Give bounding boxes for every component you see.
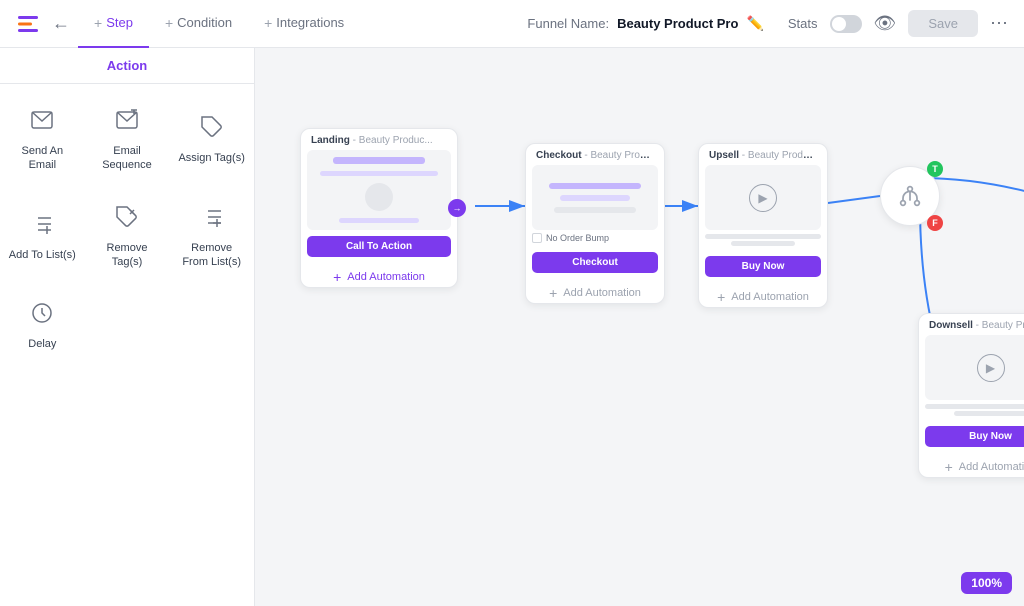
more-options-button[interactable]: ⋯	[990, 13, 1008, 34]
false-badge: F	[927, 215, 943, 231]
plus-icon: +	[165, 15, 173, 31]
toggle-thumb	[832, 17, 846, 31]
tab-condition[interactable]: + Condition	[149, 0, 248, 48]
zoom-badge: 100%	[961, 572, 1012, 594]
preview-button[interactable]: 👁	[874, 13, 897, 34]
plus-icon: +	[549, 285, 557, 301]
landing-preview	[307, 150, 451, 230]
back-button[interactable]: ←	[52, 13, 70, 34]
upsell-desc-bar	[705, 234, 821, 239]
downsell-desc-bar-short	[954, 411, 1024, 416]
landing-cta-btn[interactable]: Call To Action	[307, 236, 451, 257]
checkout-add-automation[interactable]: + Add Automation	[526, 279, 664, 303]
action-grid: Send An Email Email Sequence Assign Tag(…	[0, 84, 254, 375]
upsell-desc-bar-short	[731, 241, 796, 246]
remove-tags-label: Remove Tag(s)	[93, 241, 162, 270]
delay-icon	[30, 301, 54, 331]
plus-icon: +	[94, 15, 102, 31]
downsell-preview: ▶	[925, 335, 1024, 400]
tab-integrations[interactable]: + Integrations	[248, 0, 360, 48]
checkout-title: Checkout - Beauty Produc...	[526, 144, 664, 165]
edit-funnel-icon[interactable]: ✏️	[746, 15, 763, 32]
nav-right-controls: Stats 👁 Save ⋯	[788, 10, 1008, 37]
plus-icon: +	[333, 269, 341, 285]
funnel-name-label: Funnel Name:	[527, 16, 609, 31]
preview-bar	[333, 157, 425, 164]
connector-dot-right: →	[448, 199, 466, 217]
upsell-preview: ▶	[705, 165, 821, 230]
landing-add-automation[interactable]: + Add Automation	[301, 263, 457, 287]
action-remove-from-list[interactable]: Remove From List(s)	[169, 189, 254, 286]
downsell-title: Downsell - Beauty Produc...	[919, 314, 1024, 335]
stats-label: Stats	[788, 16, 818, 31]
play-icon: ▶	[977, 354, 1005, 382]
logo	[16, 12, 40, 36]
funnel-name-value: Beauty Product Pro	[617, 16, 738, 31]
funnel-canvas: Landing - Beauty Produc... Call To Actio…	[255, 48, 1024, 606]
condition-circle: T F	[880, 166, 940, 226]
upsell-title: Upsell - Beauty Produc...	[699, 144, 827, 165]
downsell-desc-bar	[925, 404, 1024, 409]
stats-toggle[interactable]	[830, 15, 862, 33]
action-assign-tags[interactable]: Assign Tag(s)	[169, 92, 254, 189]
action-panel: Action Send An Email Email Sequence Assi…	[0, 48, 255, 606]
assign-tags-label: Assign Tag(s)	[178, 151, 244, 165]
top-nav: ← + Step + Condition + Integrations Funn…	[0, 0, 1024, 48]
downsell-node: Downsell - Beauty Produc... ▶ Buy Now + …	[918, 313, 1024, 478]
checkout-btn[interactable]: Checkout	[532, 252, 658, 273]
add-to-list-label: Add To List(s)	[9, 248, 76, 262]
email-sequence-icon	[115, 108, 139, 138]
preview-bar	[320, 171, 439, 176]
plus-icon: +	[945, 459, 953, 475]
action-panel-title: Action	[107, 58, 147, 73]
tab-step[interactable]: + Step	[78, 0, 149, 48]
action-add-to-list[interactable]: Add To List(s)	[0, 189, 85, 286]
assign-tags-icon	[200, 115, 224, 145]
remove-tags-icon	[115, 205, 139, 235]
email-sequence-label: Email Sequence	[93, 144, 162, 173]
action-send-email[interactable]: Send An Email	[0, 92, 85, 189]
upsell-btn[interactable]: Buy Now	[705, 256, 821, 277]
save-button[interactable]: Save	[908, 10, 978, 37]
action-remove-tags[interactable]: Remove Tag(s)	[85, 189, 170, 286]
funnel-info: Funnel Name: Beauty Product Pro ✏️	[527, 15, 763, 32]
preview-circle	[365, 183, 393, 211]
landing-title: Landing - Beauty Produc...	[301, 129, 457, 150]
remove-from-list-icon	[200, 205, 224, 235]
play-icon: ▶	[749, 184, 777, 212]
plus-icon: +	[717, 289, 725, 305]
delay-label: Delay	[28, 337, 56, 351]
true-badge: T	[927, 161, 943, 177]
add-to-list-icon	[30, 212, 54, 242]
downsell-btn[interactable]: Buy Now	[925, 426, 1024, 447]
action-panel-header: Action	[0, 48, 254, 84]
order-bump-row: No Order Bump	[526, 230, 664, 246]
preview-bar	[339, 218, 418, 223]
upsell-node: Upsell - Beauty Produc... ▶ Buy Now + Ad…	[698, 143, 828, 308]
action-delay[interactable]: Delay	[0, 285, 85, 367]
send-email-label: Send An Email	[8, 144, 77, 173]
action-email-sequence[interactable]: Email Sequence	[85, 92, 170, 189]
upsell-add-automation[interactable]: + Add Automation	[699, 283, 827, 307]
condition-node[interactable]: T F	[880, 166, 940, 226]
checkout-preview	[532, 165, 658, 230]
landing-node: Landing - Beauty Produc... Call To Actio…	[300, 128, 458, 288]
send-email-icon	[30, 108, 54, 138]
downsell-add-automation[interactable]: + Add Automation	[919, 453, 1024, 477]
main-content: Action Send An Email Email Sequence Assi…	[0, 48, 1024, 606]
order-bump-checkbox[interactable]	[532, 233, 542, 243]
nav-tabs: + Step + Condition + Integrations	[78, 0, 360, 48]
checkout-node: Checkout - Beauty Produc... No Order Bum…	[525, 143, 665, 304]
fork-icon	[896, 182, 924, 210]
plus-icon: +	[264, 15, 272, 31]
remove-from-list-label: Remove From List(s)	[177, 241, 246, 270]
